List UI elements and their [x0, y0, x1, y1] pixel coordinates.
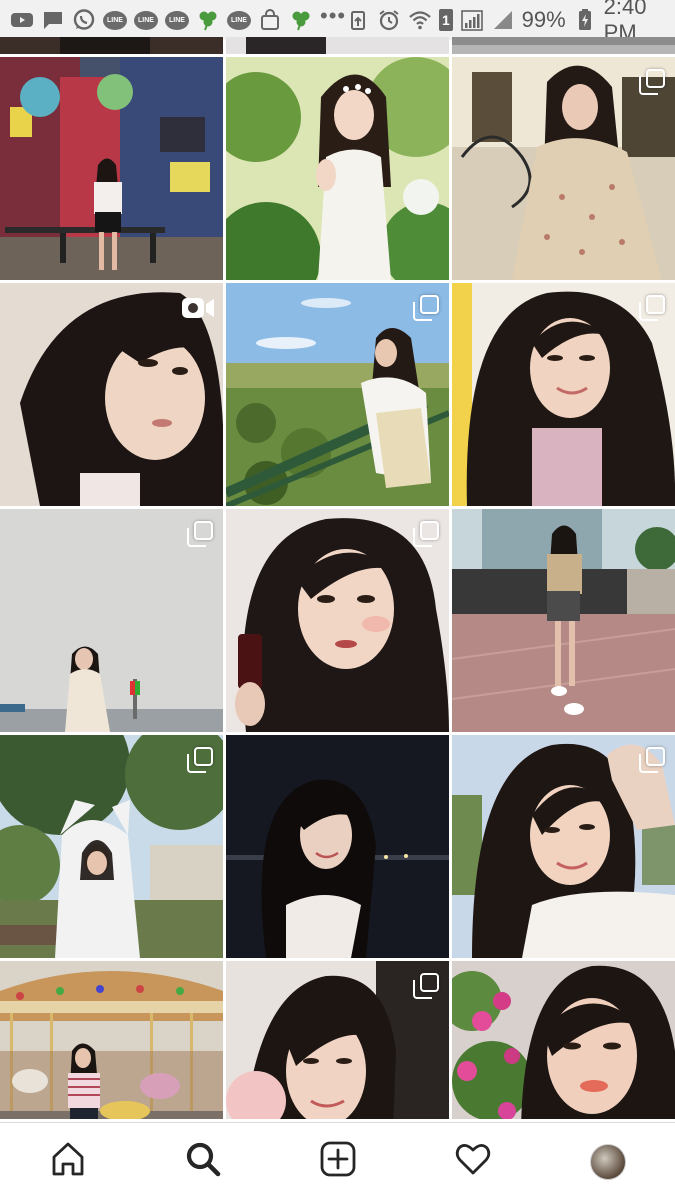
- grid-tile[interactable]: [226, 37, 449, 54]
- battery-charging-icon: [573, 8, 597, 32]
- heart-icon: [453, 1139, 493, 1184]
- line-icon: LINE: [103, 10, 127, 30]
- grid-tile[interactable]: [452, 509, 675, 732]
- line-icon: LINE: [227, 10, 251, 30]
- wifi-icon: [408, 8, 432, 32]
- signal-icon: [491, 8, 515, 32]
- plus-square-icon: [318, 1139, 358, 1184]
- grid-tile[interactable]: [226, 735, 449, 958]
- video-camera-icon: [181, 295, 215, 321]
- multiple-photos-icon: [639, 747, 665, 773]
- bottom-navigation: [0, 1122, 675, 1200]
- grid-tile[interactable]: [0, 57, 223, 280]
- search-icon: [183, 1139, 223, 1184]
- data-saver-icon: [346, 8, 370, 32]
- clover-icon: [289, 8, 313, 32]
- line-icon: LINE: [134, 10, 158, 30]
- grid-tile[interactable]: [0, 509, 223, 732]
- multiple-photos-icon: [639, 295, 665, 321]
- notification-icons: LINE LINE LINE LINE •••: [10, 5, 346, 35]
- grid-tile[interactable]: [226, 509, 449, 732]
- grid-tile[interactable]: [0, 961, 223, 1119]
- battery-percent: 99%: [521, 7, 566, 32]
- grid-tile[interactable]: [452, 37, 675, 54]
- grid-tile[interactable]: [452, 961, 675, 1119]
- line-icon: LINE: [165, 10, 189, 30]
- nav-profile[interactable]: [540, 1123, 675, 1200]
- avatar: [589, 1143, 626, 1180]
- grid-tile[interactable]: [226, 961, 449, 1119]
- multiple-photos-icon: [639, 69, 665, 95]
- grid-tile[interactable]: [452, 735, 675, 958]
- youtube-icon: [10, 8, 34, 32]
- grid-tile[interactable]: [452, 283, 675, 506]
- clover-icon: [196, 8, 220, 32]
- multiple-photos-icon: [413, 295, 439, 321]
- signal-icon: [460, 8, 484, 32]
- nav-search[interactable]: [135, 1123, 270, 1200]
- nav-home[interactable]: [0, 1123, 135, 1200]
- grid-tile[interactable]: [226, 283, 449, 506]
- status-bar: LINE LINE LINE LINE ••• 1 99% 2:40 PM: [0, 0, 675, 45]
- nav-activity[interactable]: [405, 1123, 540, 1200]
- multiple-photos-icon: [187, 521, 213, 547]
- explore-grid: [0, 37, 675, 1119]
- shopping-bag-icon: [258, 8, 282, 32]
- whatsapp-icon: [72, 8, 96, 32]
- grid-tile[interactable]: [0, 37, 223, 54]
- grid-tile[interactable]: [0, 283, 223, 506]
- sim-indicator: 1: [439, 9, 453, 31]
- multiple-photos-icon: [413, 973, 439, 999]
- multiple-photos-icon: [413, 521, 439, 547]
- nav-new-post[interactable]: [270, 1123, 405, 1200]
- home-icon: [48, 1139, 88, 1184]
- more-notifications-icon: •••: [320, 3, 347, 28]
- multiple-photos-icon: [187, 747, 213, 773]
- grid-tile[interactable]: [0, 735, 223, 958]
- grid-tile[interactable]: [226, 57, 449, 280]
- grid-tile[interactable]: [452, 57, 675, 280]
- alarm-icon: [377, 8, 401, 32]
- message-icon: [41, 8, 65, 32]
